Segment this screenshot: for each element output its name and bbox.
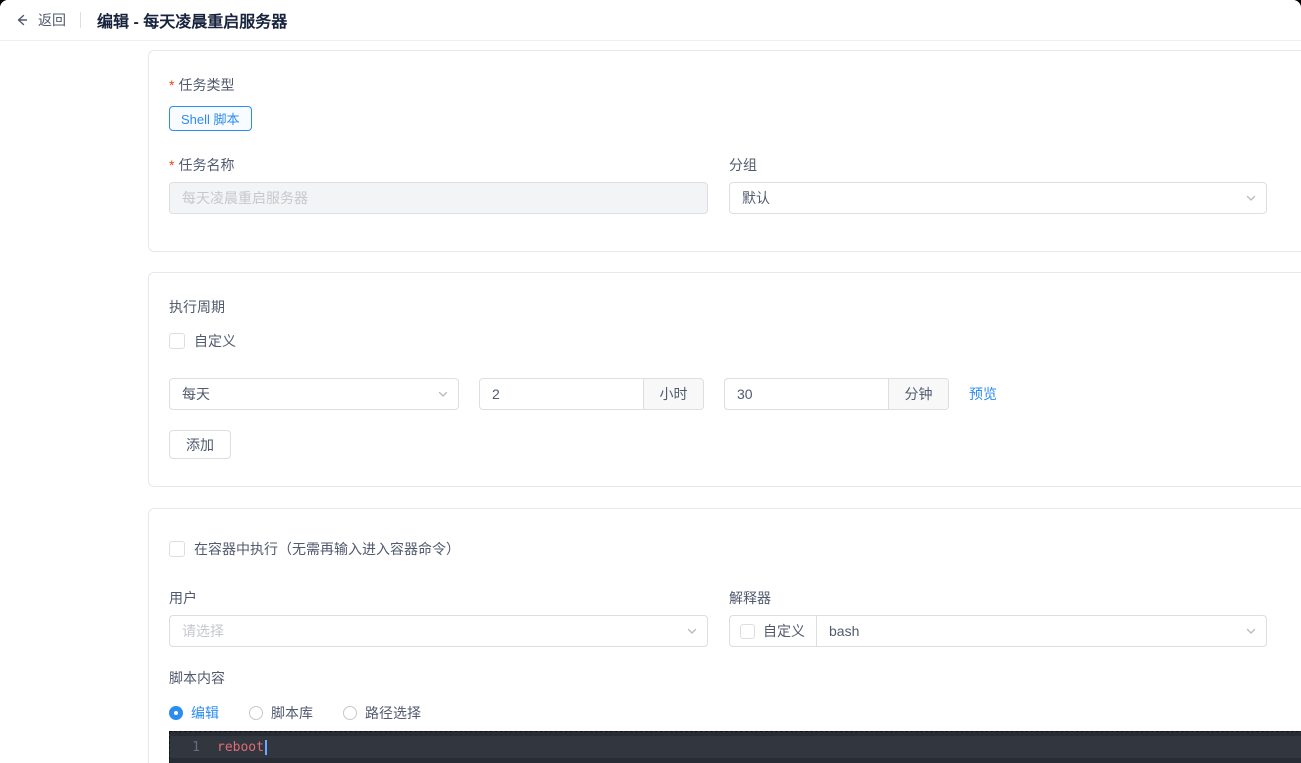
hour-unit-addon: 小时 [643, 379, 703, 409]
radio-edit[interactable]: 编辑 [169, 703, 219, 723]
chevron-down-icon [1244, 624, 1258, 638]
schedule-title: 执行周期 [169, 299, 225, 315]
interpreter-custom-label: 自定义 [763, 623, 805, 639]
script-source-radio-group: 编辑 脚本库 路径选择 [169, 703, 1301, 723]
code-text: reboot [217, 739, 264, 755]
radio-button-icon[interactable] [343, 706, 357, 720]
interpreter-custom-checkbox[interactable] [740, 623, 755, 639]
user-label: 用户 [169, 590, 197, 606]
page-title: 编辑 - 每天凌晨重启服务器 [97, 14, 288, 31]
minute-unit-addon: 分钟 [888, 379, 948, 409]
minute-input-group: 30 分钟 [724, 378, 949, 410]
frequency-value: 每天 [182, 386, 210, 402]
task-type-shell-button[interactable]: Shell 脚本 [169, 106, 252, 131]
back-button[interactable]: 返回 [12, 10, 66, 30]
group-select[interactable]: 默认 [729, 182, 1267, 214]
script-code-editor[interactable]: 1 reboot [169, 731, 1301, 763]
radio-edit-label: 编辑 [191, 705, 219, 721]
back-arrow-icon[interactable] [12, 11, 30, 29]
preview-link[interactable]: 预览 [969, 384, 997, 404]
chevron-down-icon [1244, 191, 1258, 205]
task-name-label: * 任务名称 [169, 157, 235, 173]
interpreter-group: 自定义 bash [729, 615, 1267, 647]
hour-input-group: 2 小时 [479, 378, 704, 410]
script-content-label: 脚本内容 [169, 670, 225, 686]
container-exec-checkbox-row[interactable]: 在容器中执行（无需再输入进入容器命令） [169, 539, 1301, 559]
radio-button-icon[interactable] [169, 706, 183, 720]
container-exec-checkbox[interactable] [169, 541, 185, 557]
chevron-down-icon [685, 624, 699, 638]
hour-input[interactable]: 2 [480, 379, 643, 409]
text-cursor [264, 739, 267, 755]
radio-path-select-label: 路径选择 [365, 705, 421, 721]
interpreter-select[interactable]: bash [817, 615, 1267, 647]
back-label[interactable]: 返回 [38, 10, 66, 30]
group-label: 分组 [729, 157, 757, 173]
interpreter-label: 解释器 [729, 590, 771, 606]
radio-script-library[interactable]: 脚本库 [249, 703, 313, 723]
radio-script-library-label: 脚本库 [271, 705, 313, 721]
script-card: 在容器中执行（无需再输入进入容器命令） 用户 请选择 解释器 自定义 bash … [148, 508, 1301, 763]
user-select-placeholder: 请选择 [182, 623, 224, 639]
frequency-select[interactable]: 每天 [169, 378, 459, 410]
task-type-label: * 任务类型 [169, 77, 235, 93]
custom-schedule-label: 自定义 [194, 333, 236, 349]
custom-schedule-checkbox[interactable] [169, 333, 185, 349]
required-marker: * [169, 157, 175, 173]
page-header: 返回 编辑 - 每天凌晨重启服务器 [0, 0, 1301, 41]
radio-button-icon[interactable] [249, 706, 263, 720]
minute-input[interactable]: 30 [725, 379, 888, 409]
user-select[interactable]: 请选择 [169, 615, 708, 647]
group-select-value: 默认 [742, 190, 770, 206]
interpreter-custom-checkbox-row[interactable]: 自定义 [729, 615, 817, 647]
edit-task-page: 返回 编辑 - 每天凌晨重启服务器 * 任务类型 Shell 脚本 * 任务名称 每… [0, 0, 1301, 763]
chevron-down-icon [436, 387, 450, 401]
radio-path-select[interactable]: 路径选择 [343, 703, 421, 723]
line-number: 1 [192, 739, 200, 755]
required-marker: * [169, 77, 175, 93]
task-name-input[interactable]: 每天凌晨重启服务器 [169, 182, 708, 214]
header-divider [80, 12, 81, 28]
task-name-value: 每天凌晨重启服务器 [182, 190, 308, 206]
interpreter-value: bash [829, 623, 860, 639]
add-schedule-button[interactable]: 添加 [169, 430, 231, 459]
task-info-card: * 任务类型 Shell 脚本 * 任务名称 每天凌晨重启服务器 分组 默认 [148, 50, 1301, 252]
editor-active-line[interactable]: 1 reboot [170, 736, 1301, 758]
container-exec-label: 在容器中执行（无需再输入进入容器命令） [194, 541, 460, 557]
custom-schedule-checkbox-row[interactable]: 自定义 [169, 331, 1301, 351]
schedule-card: 执行周期 自定义 每天 2 小时 30 分钟 预览 添加 [148, 272, 1301, 487]
